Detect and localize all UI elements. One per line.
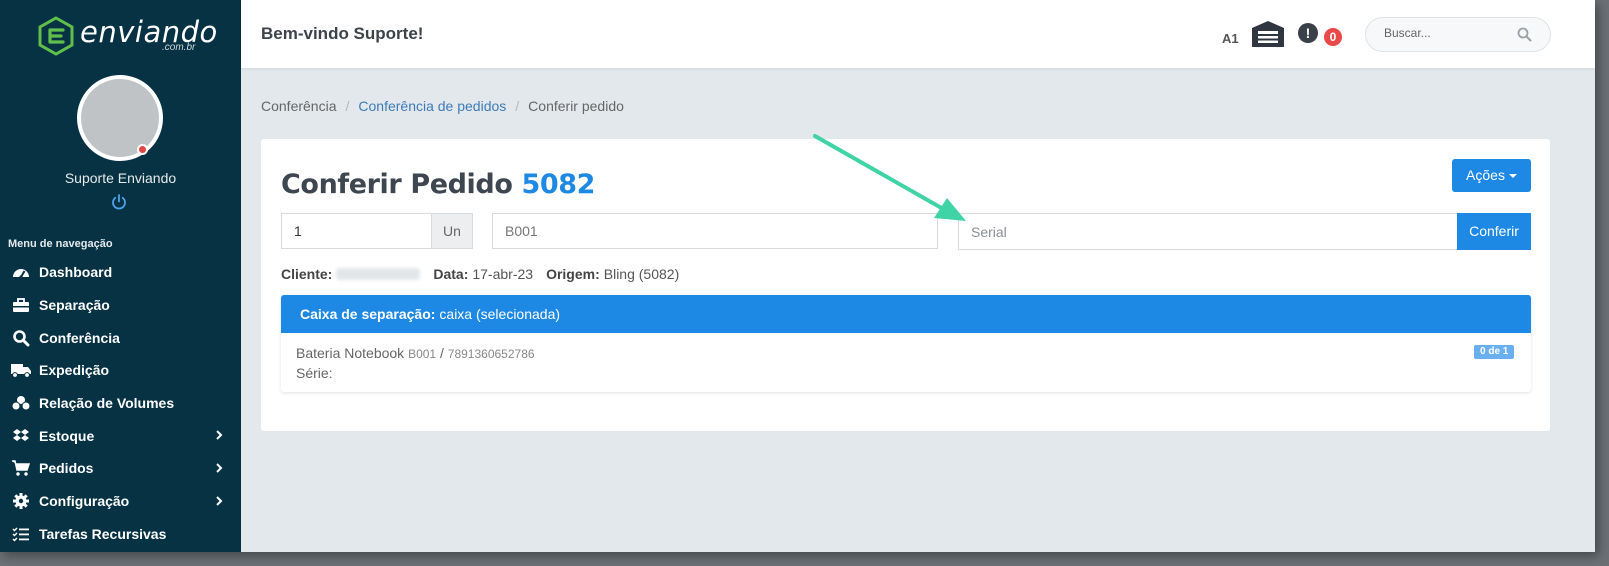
sidebar-nav: Dashboard Separação Conferência Expediçã… (0, 256, 241, 550)
order-meta: Cliente: Data: 17-abr-23 Origem: Bling (… (281, 266, 679, 282)
brand-name: enviando (80, 15, 218, 49)
conferir-button[interactable]: Conferir (1457, 213, 1531, 250)
actions-label: Ações (1466, 167, 1505, 183)
warehouse-icon[interactable] (1251, 20, 1285, 48)
sidebar-item-expedicao[interactable]: Expedição (0, 354, 241, 387)
sidebar-item-label: Conferência (39, 329, 120, 346)
dashboard-icon (10, 263, 32, 281)
chevron-right-icon (216, 496, 223, 506)
actions-dropdown-button[interactable]: Ações (1452, 159, 1531, 192)
separation-box-panel: Caixa de separação: caixa (selecionada) B… (281, 295, 1531, 392)
power-icon[interactable] (110, 193, 128, 211)
breadcrumb-item[interactable]: Conferência (261, 98, 337, 114)
app-window: enviando .com.br Suporte Enviando Menu d… (0, 0, 1595, 552)
sidebar-item-label: Pedidos (39, 460, 94, 477)
caret-down-icon (1508, 174, 1517, 179)
breadcrumb-link[interactable]: Conferência de pedidos (358, 98, 506, 114)
sidebar-item-conferencia[interactable]: Conferência (0, 321, 241, 354)
sidebar-item-estoque[interactable]: Estoque (0, 419, 241, 452)
sidebar-item-label: Tarefas Recursivas (39, 525, 167, 542)
user-name: Suporte Enviando (64, 170, 177, 186)
toolbox-icon (10, 296, 32, 314)
sidebar: enviando .com.br Suporte Enviando Menu d… (0, 0, 241, 552)
unit-addon: Un (432, 213, 473, 249)
truck-icon (10, 361, 32, 379)
sidebar-item-label: Expedição (39, 362, 110, 379)
sidebar-item-label: Dashboard (39, 264, 113, 281)
tasks-icon (10, 525, 32, 543)
chevron-right-icon (216, 463, 223, 473)
search-icon (10, 329, 32, 347)
sidebar-item-tarefas-recursivas[interactable]: Tarefas Recursivas (0, 518, 241, 551)
notification-badge[interactable]: 0 (1324, 28, 1342, 46)
origin-value: Bling (5082) (603, 266, 680, 282)
item-name: Bateria Notebook (296, 345, 405, 361)
top-header: Bem-vindo Suporte! A1 ! 0 (241, 0, 1595, 68)
user-status-indicator (137, 144, 148, 155)
nav-section-title: Menu de navegação (8, 238, 113, 250)
quantity-group: Un (281, 213, 473, 249)
sidebar-item-label: Configuração (39, 493, 130, 510)
box-value: caixa (selecionada) (439, 306, 561, 322)
item-progress-badge: 0 de 1 (1474, 345, 1515, 359)
search-input[interactable] (1384, 26, 1514, 40)
gear-icon (10, 492, 32, 510)
date-label: Data: (433, 266, 469, 282)
brand-domain: .com.br (162, 42, 196, 53)
order-number: 5082 (521, 169, 596, 200)
breadcrumb: Conferência / Conferência de pedidos / C… (261, 98, 624, 114)
sidebar-item-dashboard[interactable]: Dashboard (0, 256, 241, 289)
client-name-redacted (336, 268, 421, 280)
item-row: Bateria Notebook B001 / 7891360652786 (296, 345, 535, 361)
page-title: Conferir Pedido 5082 (281, 169, 595, 200)
sidebar-item-separacao[interactable]: Separação (0, 289, 241, 322)
separation-box-header[interactable]: Caixa de separação: caixa (selecionada) (281, 295, 1531, 333)
quantity-input[interactable] (281, 213, 432, 249)
origin-label: Origem: (546, 266, 600, 282)
date-value: 17-abr-23 (472, 266, 534, 282)
sidebar-item-label: Estoque (39, 427, 95, 444)
client-label: Cliente: (281, 266, 333, 282)
item-serial-label: Série: (296, 365, 333, 381)
sidebar-item-pedidos[interactable]: Pedidos (0, 452, 241, 485)
sidebar-item-label: Separação (39, 297, 110, 314)
cart-icon (10, 459, 32, 477)
item-separator: / (440, 345, 444, 361)
order-check-card: Conferir Pedido 5082 Ações Un Conferir C… (261, 139, 1550, 431)
serial-input[interactable] (958, 213, 1458, 250)
sidebar-item-configuracao[interactable]: Configuração (0, 485, 241, 518)
alert-icon[interactable]: ! (1298, 23, 1318, 43)
welcome-message: Bem-vindo Suporte! (261, 24, 424, 43)
avatar[interactable] (77, 75, 163, 161)
breadcrumb-separator: / (515, 98, 520, 114)
sku-input[interactable] (492, 213, 938, 249)
breadcrumb-current: Conferir pedido (528, 98, 624, 114)
dropbox-icon (10, 427, 32, 445)
box-label: Caixa de separação: (300, 306, 436, 322)
sidebar-item-relacao-volumes[interactable]: Relação de Volumes (0, 387, 241, 420)
sidebar-item-label: Relação de Volumes (39, 395, 175, 412)
box-e-logo-icon (38, 16, 74, 56)
item-sku: B001 (408, 347, 437, 361)
search-icon[interactable] (1517, 27, 1532, 42)
boxes-icon (10, 394, 32, 412)
chevron-right-icon (216, 430, 223, 441)
breadcrumb-separator: / (345, 98, 350, 114)
page-title-text: Conferir Pedido (281, 169, 513, 200)
search-box (1365, 17, 1551, 52)
item-ean: 7891360652786 (447, 347, 535, 361)
warehouse-code[interactable]: A1 (1222, 31, 1239, 46)
